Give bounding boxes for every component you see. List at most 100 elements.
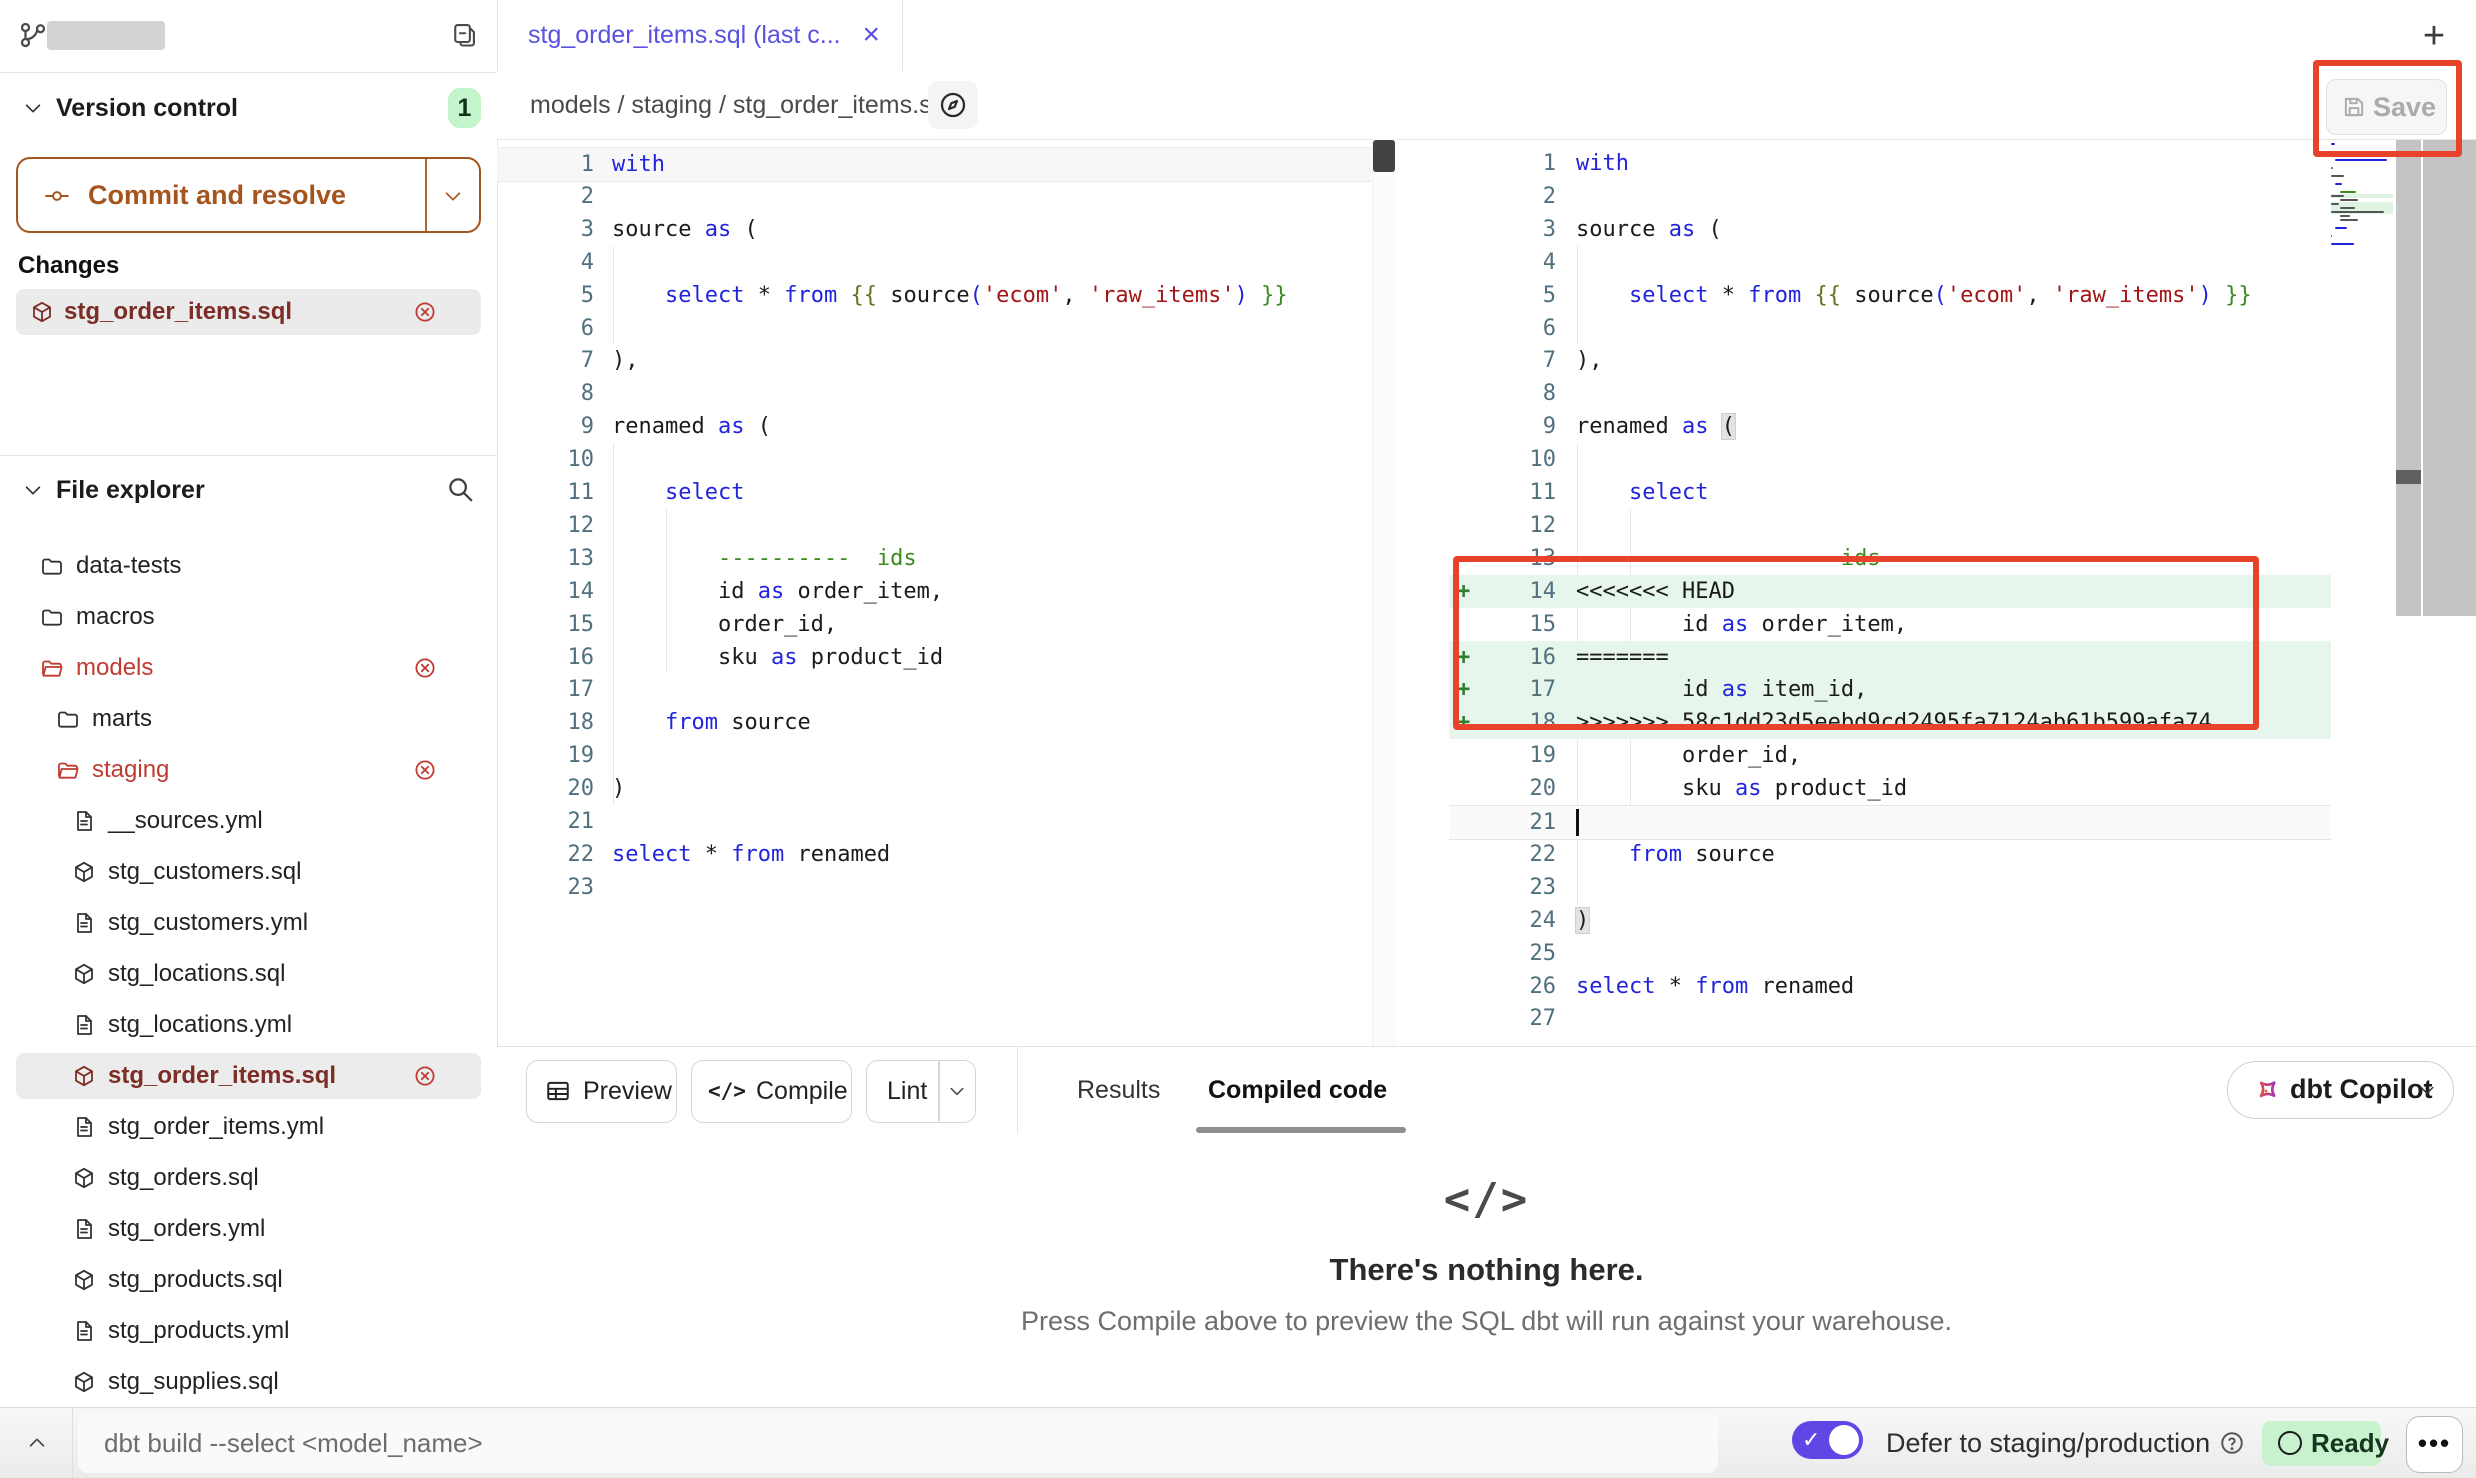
right-pane-scrollbar[interactable] [2396,140,2421,616]
line-number: 6 [1449,312,1556,345]
code-icon: </> [497,1174,2476,1225]
compile-button[interactable]: </> Compile [691,1060,852,1123]
line-number: 2 [497,180,594,213]
window-scrollbar[interactable] [2423,140,2476,616]
chevron-down-icon[interactable] [22,97,44,119]
file-explorer-item-stg-locations-sql[interactable]: stg_locations.sql [16,951,481,997]
status-circle-icon [2278,1431,2302,1455]
file-explorer-item-stg-orders-yml[interactable]: stg_orders.yml [16,1206,481,1252]
discard-changes-icon[interactable] [413,758,437,782]
sidebar-header [0,0,497,73]
model-cube-icon [30,300,54,324]
more-options-button[interactable]: ••• [2406,1416,2463,1473]
copy-files-icon[interactable] [450,21,478,49]
code-editor-original[interactable]: 1with23source as (45 select * from {{ so… [497,139,1371,1046]
defer-toggle[interactable]: ✓ [1792,1421,1863,1459]
tab-stg-order-items[interactable]: stg_order_items.sql (last c... × [498,0,903,71]
code-line: +17 id as item_id, [1449,673,2331,706]
line-number: 14 [497,575,594,608]
code-line: 6 [497,312,1371,345]
line-number: 1 [1449,147,1556,180]
line-number: 24 [1449,904,1556,937]
file-explorer-item-staging[interactable]: staging [16,747,481,793]
chevron-up-icon[interactable] [26,1432,48,1454]
code-line: 7), [1449,344,2331,377]
minimap[interactable] [2331,142,2393,272]
folder-icon [40,605,64,629]
status-bar-divider [72,1408,73,1478]
file-explorer-item-stg-supplies-sql[interactable]: stg_supplies.sql [16,1359,481,1405]
folder-icon [40,554,64,578]
sidebar: Version control 1 Commit and resolve Cha… [0,0,498,1407]
file-explorer-item-stg-locations-yml[interactable]: stg_locations.yml [16,1002,481,1048]
help-icon[interactable] [2219,1430,2245,1456]
right-pane-scrollbar-thumb[interactable] [2396,470,2421,484]
line-number: 15 [497,608,594,641]
code-line: 20) [497,772,1371,805]
left-pane-scrollbar-thumb[interactable] [1373,140,1395,172]
file-explorer-item--sources-yml[interactable]: __sources.yml [16,798,481,844]
discard-changes-icon[interactable] [413,656,437,680]
version-control-title: Version control [56,88,238,128]
lineage-button[interactable] [928,81,978,129]
chevron-down-icon[interactable] [947,1081,967,1101]
file-explorer-item-stg-customers-yml[interactable]: stg_customers.yml [16,900,481,946]
code-line: 13 ---------- ids [497,542,1371,575]
defer-label: Defer to staging/production [1886,1408,2210,1478]
dbt-copilot-button[interactable]: dbt Copilot [2227,1061,2454,1119]
line-number: 19 [1449,739,1556,772]
bottom-toolbar: Preview </> Compile Lint Results Compile… [497,1046,2476,1135]
line-number: 11 [497,476,594,509]
folder-open-icon [56,758,80,782]
file-explorer-item-stg-order-items-sql[interactable]: stg_order_items.sql [16,1053,481,1099]
file-explorer-item-macros[interactable]: macros [16,594,481,640]
commit-button-label: Commit and resolve [88,159,346,231]
line-number: 15 [1449,608,1556,641]
search-icon[interactable] [445,474,475,504]
file-explorer-item-data-tests[interactable]: data-tests [16,543,481,589]
line-number: 26 [1449,970,1556,1003]
line-number: 11 [1449,476,1556,509]
file-explorer-item-stg-customers-sql[interactable]: stg_customers.sql [16,849,481,895]
discard-changes-icon[interactable] [413,300,437,324]
code-line: 12 [497,509,1371,542]
chevron-down-icon[interactable] [22,479,44,501]
dbt-command-input[interactable]: dbt build --select <model_name> [78,1413,1718,1473]
code-line: 25 [1449,937,2331,970]
file-explorer-item-marts[interactable]: marts [16,696,481,742]
tab-results[interactable]: Results [1077,1047,1160,1134]
save-button[interactable]: Save [2326,79,2447,135]
new-tab-button[interactable]: + [2418,20,2450,52]
discard-changes-icon[interactable] [413,1064,437,1088]
file-explorer-item-stg-products-yml[interactable]: stg_products.yml [16,1308,481,1354]
line-number: 12 [1449,509,1556,542]
chevron-down-icon[interactable] [442,185,464,207]
line-number: 14 [1449,575,1556,608]
model-icon [72,1166,96,1190]
file-explorer-item-stg-products-sql[interactable]: stg_products.sql [16,1257,481,1303]
branch-name-redacted [47,21,165,50]
preview-button[interactable]: Preview [526,1060,677,1123]
code-line: 23 [1449,871,2331,904]
code-editor-modified[interactable]: 1with23source as (45 select * from {{ so… [1449,139,2331,1046]
minimap-line [2331,243,2354,245]
line-number: 27 [1449,1002,1556,1035]
file-explorer-item-models[interactable]: models [16,645,481,691]
changed-file-row[interactable]: stg_order_items.sql [16,289,481,335]
file-explorer-item-stg-orders-sql[interactable]: stg_orders.sql [16,1155,481,1201]
close-icon[interactable]: × [862,17,880,53]
lint-button[interactable]: Lint [866,1060,976,1123]
code-icon: </> [708,1075,746,1107]
file-explorer-item-stg-order-items-yml[interactable]: stg_order_items.yml [16,1104,481,1150]
commit-and-resolve-button[interactable]: Commit and resolve [16,157,481,233]
model-icon [72,1064,96,1088]
compiled-code-empty-state: </> There's nothing here. Press Compile … [497,1134,2476,1407]
file-icon [72,1217,96,1241]
tab-compiled-code[interactable]: Compiled code [1208,1047,1387,1134]
commit-icon [44,183,70,209]
line-number: 1 [497,148,594,181]
file-label: stg_products.sql [108,1257,283,1303]
left-pane-scrollbar[interactable] [1372,139,1397,1046]
file-label: stg_orders.yml [108,1206,265,1252]
code-line: +14<<<<<<< HEAD [1449,575,2331,608]
